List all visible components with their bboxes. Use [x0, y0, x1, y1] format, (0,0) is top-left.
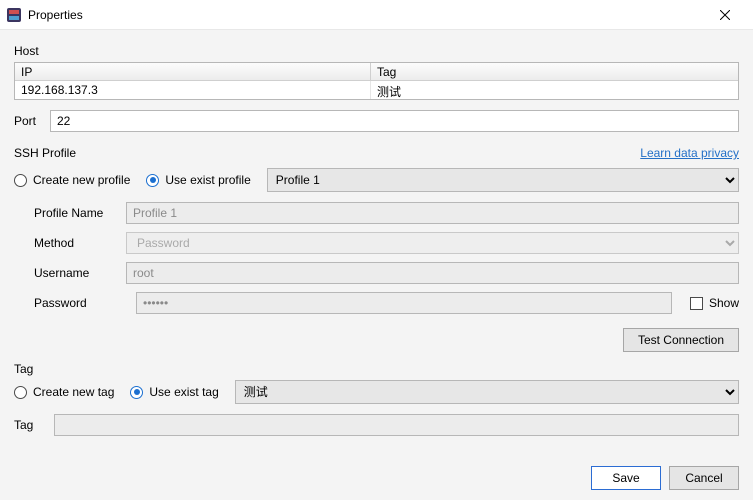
- close-button[interactable]: [705, 0, 745, 30]
- learn-data-privacy-link[interactable]: Learn data privacy: [640, 146, 739, 160]
- table-row[interactable]: 192.168.137.3 测试: [15, 81, 738, 99]
- method-select: Password: [126, 232, 739, 254]
- create-profile-label[interactable]: Create new profile: [33, 173, 130, 187]
- titlebar: Properties: [0, 0, 753, 30]
- tag-section-label: Tag: [14, 362, 739, 376]
- use-profile-label[interactable]: Use exist profile: [165, 173, 250, 187]
- host-tag-cell: 测试: [371, 81, 738, 99]
- method-label: Method: [34, 236, 126, 250]
- window-title: Properties: [28, 8, 83, 22]
- password-input: [136, 292, 672, 314]
- username-label: Username: [34, 266, 126, 280]
- profile-name-label: Profile Name: [34, 206, 126, 220]
- use-tag-radio[interactable]: [130, 386, 143, 399]
- tag-field-label: Tag: [14, 418, 44, 432]
- create-profile-radio[interactable]: [14, 174, 27, 187]
- profile-select[interactable]: Profile 1: [267, 168, 739, 192]
- use-profile-radio[interactable]: [146, 174, 159, 187]
- password-label: Password: [34, 296, 126, 310]
- host-table: IP Tag 192.168.137.3 测试: [14, 62, 739, 100]
- host-ip-header[interactable]: IP: [15, 63, 371, 81]
- show-password-checkbox[interactable]: [690, 297, 703, 310]
- app-icon: [6, 7, 22, 23]
- close-icon: [720, 10, 730, 20]
- dialog-footer: Save Cancel: [591, 466, 739, 490]
- host-ip-cell: 192.168.137.3: [15, 81, 371, 99]
- cancel-button[interactable]: Cancel: [669, 466, 739, 490]
- save-button[interactable]: Save: [591, 466, 661, 490]
- test-connection-button[interactable]: Test Connection: [623, 328, 739, 352]
- host-section-label: Host: [14, 44, 739, 58]
- port-label: Port: [14, 114, 42, 128]
- tag-select[interactable]: 测试: [235, 380, 739, 404]
- tag-input: [54, 414, 739, 436]
- profile-name-input: [126, 202, 739, 224]
- ssh-section-label: SSH Profile: [14, 146, 76, 160]
- username-input: [126, 262, 739, 284]
- create-tag-radio[interactable]: [14, 386, 27, 399]
- use-tag-label[interactable]: Use exist tag: [149, 385, 218, 399]
- create-tag-label[interactable]: Create new tag: [33, 385, 114, 399]
- port-input[interactable]: [50, 110, 739, 132]
- show-password-label[interactable]: Show: [709, 296, 739, 310]
- host-tag-header[interactable]: Tag: [371, 63, 738, 81]
